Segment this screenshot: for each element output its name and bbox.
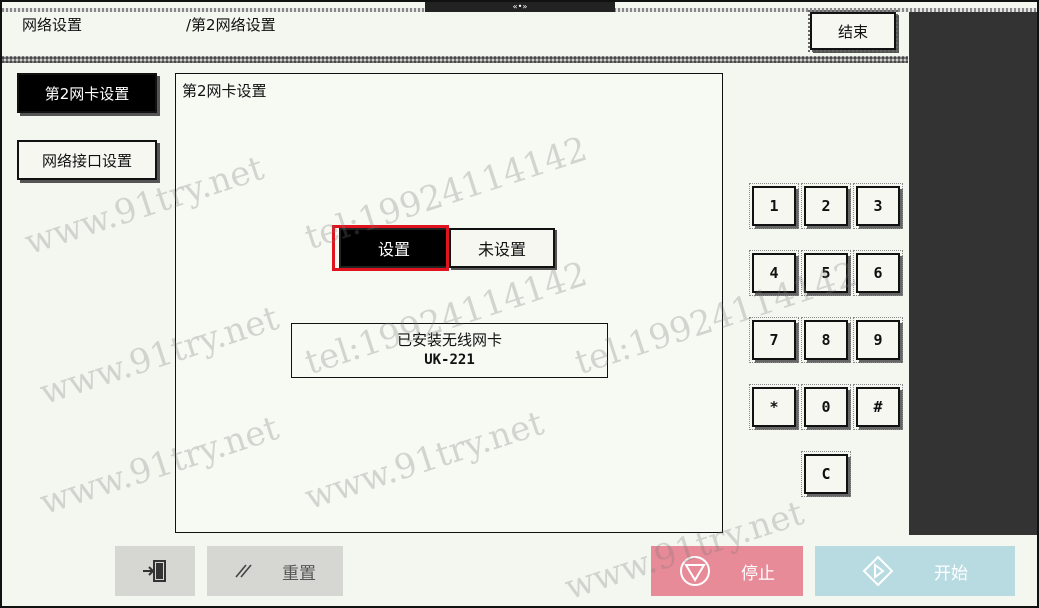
key-1[interactable]: 1 (749, 183, 799, 229)
option-set-button[interactable]: 设置 (339, 228, 449, 268)
exit-door-icon (143, 560, 166, 582)
slash-icon (235, 564, 252, 578)
panel-title: 第2网卡设置 (182, 82, 267, 100)
exit-button[interactable] (115, 546, 195, 596)
stop-label: 停止 (741, 563, 775, 584)
start-diamond-icon (862, 555, 894, 587)
key-asterisk[interactable]: * (749, 384, 799, 430)
wireless-card-info: 已安装无线网卡 UK-221 (291, 323, 608, 378)
breadcrumb-sub: /第2网络设置 (186, 16, 276, 34)
key-0[interactable]: 0 (801, 384, 851, 430)
start-button[interactable]: 开始 (815, 546, 1015, 596)
option-unset-button[interactable]: 未设置 (449, 228, 555, 268)
key-9[interactable]: 9 (853, 317, 903, 363)
stop-triangle-icon (680, 556, 710, 586)
end-button[interactable]: 结束 (808, 10, 898, 52)
settings-panel (175, 73, 723, 533)
key-8[interactable]: 8 (801, 317, 851, 363)
key-7[interactable]: 7 (749, 317, 799, 363)
key-6[interactable]: 6 (853, 250, 903, 296)
key-hash[interactable]: # (853, 384, 903, 430)
right-dark-area (909, 12, 1037, 535)
key-clear[interactable]: C (801, 451, 851, 497)
breadcrumb-main: 网络设置 (22, 16, 83, 34)
key-3[interactable]: 3 (853, 183, 903, 229)
reset-button[interactable]: 重置 (207, 546, 343, 596)
header-divider (2, 56, 908, 63)
start-label: 开始 (934, 563, 968, 584)
key-2[interactable]: 2 (801, 183, 851, 229)
info-model-text: UK-221 (424, 352, 475, 368)
sidebar-item-network-interface[interactable]: 网络接口设置 (17, 140, 157, 180)
sidebar-item-second-nic[interactable]: 第2网卡设置 (17, 73, 157, 113)
reset-label: 重置 (282, 563, 316, 584)
stop-button[interactable]: 停止 (651, 546, 803, 596)
key-4[interactable]: 4 (749, 250, 799, 296)
info-status-text: 已安装无线网卡 (396, 331, 502, 349)
top-grip-handle[interactable]: «•» (425, 2, 615, 12)
key-5[interactable]: 5 (801, 250, 851, 296)
